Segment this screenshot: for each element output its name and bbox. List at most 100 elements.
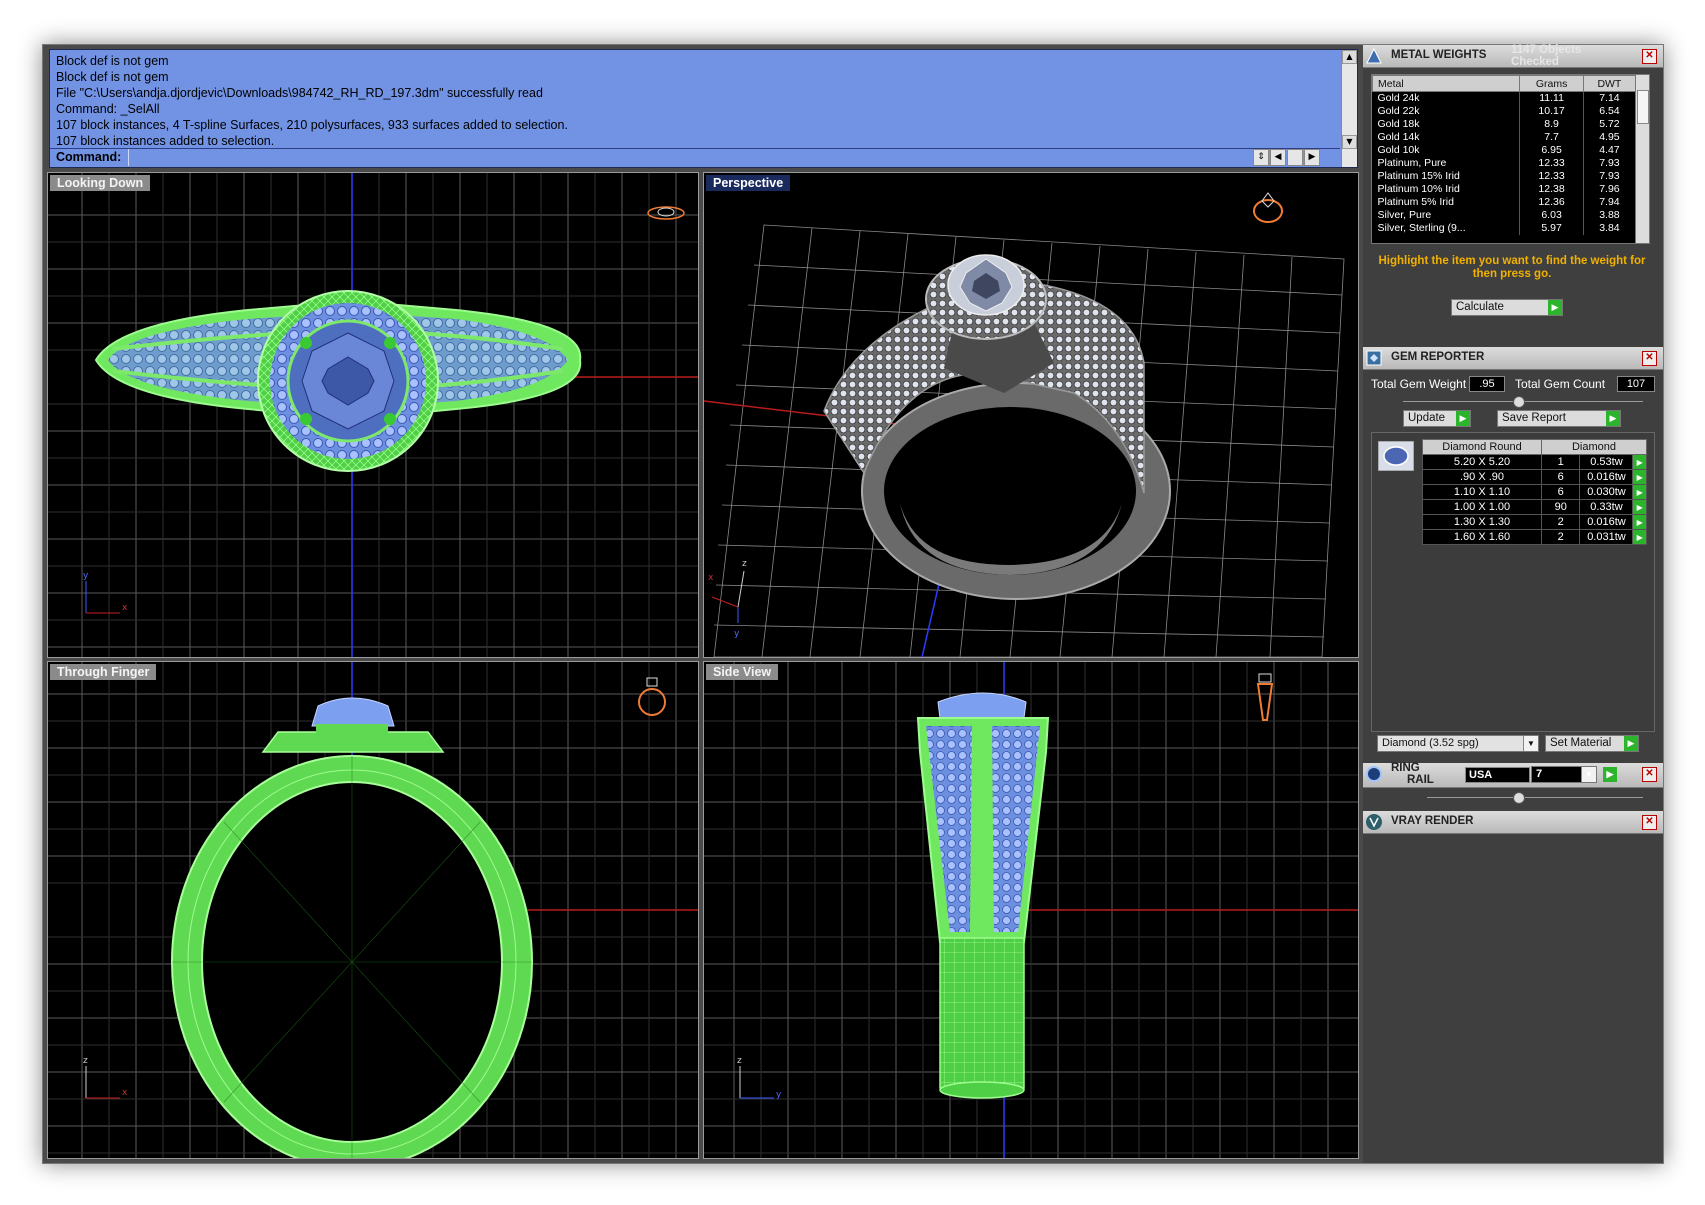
- ring-rail-title-line1: RING: [1391, 762, 1420, 774]
- total-gem-weight-label: Total Gem Weight: [1371, 377, 1467, 391]
- history-line: 107 block instances added to selection.: [56, 134, 275, 148]
- calculate-button[interactable]: Calculate ▶: [1451, 299, 1563, 316]
- grams: 11.11: [1519, 91, 1584, 105]
- column-header[interactable]: DWT: [1582, 75, 1636, 92]
- grams: 6.95: [1519, 144, 1584, 157]
- set-material-label: Set Material: [1550, 737, 1612, 749]
- table-row[interactable]: Gold 10k 6.95 4.47: [1372, 144, 1636, 157]
- blank-button[interactable]: [1287, 149, 1303, 166]
- go-arrow-icon[interactable]: ▶: [1603, 767, 1617, 782]
- grams: 10.17: [1519, 105, 1584, 118]
- go-arrow-icon[interactable]: ▶: [1606, 411, 1620, 426]
- gem-row[interactable]: 1.60 X 1.60 2 0.031tw ▶: [1422, 529, 1647, 545]
- ring-rail-title: RING RAIL: [1391, 762, 1434, 786]
- gem-row[interactable]: 1.30 X 1.30 2 0.016tw ▶: [1422, 514, 1647, 530]
- chevron-down-icon[interactable]: ▼: [1523, 736, 1538, 751]
- table-row[interactable]: Gold 18k 8.9 5.72: [1372, 118, 1636, 131]
- gem-row[interactable]: 1.00 X 1.00 90 0.33tw ▶: [1422, 499, 1647, 515]
- ring-rail-header[interactable]: RING RAIL USA 7 ▼ ▶ ✕: [1363, 762, 1663, 788]
- viewport-looking-down[interactable]: y x Looking Down: [47, 172, 699, 658]
- gem-size: 1.00 X 1.00: [1422, 499, 1542, 515]
- country-field[interactable]: USA: [1465, 767, 1530, 783]
- viewport-title[interactable]: Looking Down: [50, 175, 151, 191]
- command-input[interactable]: [128, 149, 1179, 166]
- gem-slider[interactable]: [1403, 396, 1643, 408]
- scroll-thumb[interactable]: [1637, 90, 1649, 124]
- ring-rail-slider[interactable]: [1427, 792, 1643, 804]
- gem-row[interactable]: .90 X .90 6 0.016tw ▶: [1422, 469, 1647, 485]
- history-scrollbar[interactable]: ▲ ▼: [1341, 50, 1357, 167]
- metal-name: Gold 24k: [1372, 91, 1521, 105]
- metal-weights-header[interactable]: METAL WEIGHTS 1147 Objects Checked ✕: [1363, 44, 1663, 68]
- chevron-down-icon[interactable]: ▼: [1581, 767, 1596, 782]
- diamond-round-icon: [1378, 441, 1414, 471]
- table-row[interactable]: Platinum 5% Irid 12.36 7.94: [1372, 196, 1636, 209]
- gem-count: 90: [1540, 499, 1581, 515]
- table-row[interactable]: Platinum 15% Irid 12.33 7.93: [1372, 170, 1636, 183]
- dwt: 7.93: [1583, 157, 1636, 170]
- go-arrow-icon[interactable]: ▶: [1548, 300, 1562, 315]
- gem-weight: 0.33tw: [1579, 499, 1634, 515]
- dwt: 7.14: [1583, 91, 1636, 105]
- objects-checked: 1147 Objects Checked: [1511, 44, 1582, 68]
- grams: 12.38: [1519, 183, 1584, 196]
- go-arrow-icon[interactable]: ▶: [1632, 529, 1647, 545]
- table-row[interactable]: Gold 14k 7.7 4.95: [1372, 131, 1636, 144]
- gem-size: 1.60 X 1.60: [1422, 529, 1542, 545]
- viewport-title[interactable]: Through Finger: [50, 664, 157, 680]
- set-material-button[interactable]: Set Material ▶: [1545, 735, 1639, 752]
- table-row[interactable]: Silver, Sterling (9... 5.97 3.84: [1372, 222, 1636, 235]
- gem-row[interactable]: 5.20 X 5.20 1 0.53tw ▶: [1422, 454, 1647, 470]
- viewport-side-view[interactable]: z y Side View: [703, 661, 1359, 1159]
- slider-knob[interactable]: [1513, 792, 1525, 804]
- scroll-down-icon[interactable]: ▼: [1342, 135, 1357, 149]
- go-arrow-icon[interactable]: ▶: [1632, 514, 1647, 530]
- dwt: 7.96: [1583, 183, 1636, 196]
- grams: 12.33: [1519, 157, 1584, 170]
- arrow-left-icon[interactable]: ◀: [1270, 149, 1286, 166]
- scroll-up-icon[interactable]: ▲: [1342, 50, 1357, 64]
- viewport-title[interactable]: Side View: [706, 664, 779, 680]
- spin-icon[interactable]: ⇕: [1253, 149, 1269, 166]
- column-header[interactable]: Metal: [1372, 75, 1521, 92]
- history-line: Command: _SelAll: [56, 102, 160, 116]
- save-report-label: Save Report: [1502, 412, 1566, 424]
- table-row[interactable]: Gold 24k 11.11 7.14: [1372, 91, 1636, 105]
- go-arrow-icon[interactable]: ▶: [1632, 484, 1647, 500]
- close-icon[interactable]: ✕: [1642, 49, 1657, 64]
- grams: 7.7: [1519, 131, 1584, 144]
- vray-render-title: VRAY RENDER: [1391, 815, 1474, 827]
- table-row[interactable]: Silver, Pure 6.03 3.88: [1372, 209, 1636, 222]
- close-icon[interactable]: ✕: [1642, 767, 1657, 782]
- metal-name: Silver, Pure: [1372, 209, 1521, 222]
- update-button[interactable]: Update ▶: [1403, 410, 1471, 427]
- material-select[interactable]: Diamond (3.52 spg) ▼: [1377, 735, 1539, 752]
- viewport-through-finger[interactable]: z x Through Finger: [47, 661, 699, 1159]
- close-icon[interactable]: ✕: [1642, 815, 1657, 830]
- viewport-perspective[interactable]: z x y Perspective: [703, 172, 1359, 658]
- table-row[interactable]: Platinum, Pure 12.33 7.93: [1372, 157, 1636, 170]
- rhino-window: Block def is not gem Block def is not ge…: [42, 44, 1664, 1164]
- ring-side-view: [916, 692, 1050, 1099]
- table-row[interactable]: Gold 22k 10.17 6.54: [1372, 105, 1636, 118]
- gem-list: Diamond Round Diamond 5.20 X 5.20 1 0.53tw…: [1371, 432, 1655, 732]
- gem-reporter-header[interactable]: GEM REPORTER ✕: [1363, 347, 1663, 370]
- close-icon[interactable]: ✕: [1642, 351, 1657, 366]
- go-arrow-icon[interactable]: ▶: [1624, 736, 1638, 751]
- slider-knob[interactable]: [1513, 396, 1525, 408]
- table-row[interactable]: Platinum 10% Irid 12.38 7.96: [1372, 183, 1636, 196]
- gem-row[interactable]: 1.10 X 1.10 6 0.030tw ▶: [1422, 484, 1647, 500]
- go-arrow-icon[interactable]: ▶: [1632, 454, 1647, 470]
- arrow-right-icon[interactable]: ▶: [1304, 149, 1320, 166]
- metal-name: Platinum 10% Irid: [1372, 183, 1521, 196]
- save-report-button[interactable]: Save Report ▶: [1497, 410, 1621, 427]
- go-arrow-icon[interactable]: ▶: [1456, 411, 1470, 426]
- go-arrow-icon[interactable]: ▶: [1632, 469, 1647, 485]
- metal-table-scrollbar[interactable]: [1635, 74, 1650, 244]
- command-history: Block def is not gem Block def is not ge…: [56, 53, 568, 149]
- vray-render-header[interactable]: VRAY RENDER ✕: [1363, 811, 1663, 834]
- go-arrow-icon[interactable]: ▶: [1632, 499, 1647, 515]
- viewport-title[interactable]: Perspective: [706, 175, 791, 191]
- ring-size-select[interactable]: 7 ▼: [1531, 766, 1597, 783]
- column-header[interactable]: Grams: [1519, 75, 1584, 92]
